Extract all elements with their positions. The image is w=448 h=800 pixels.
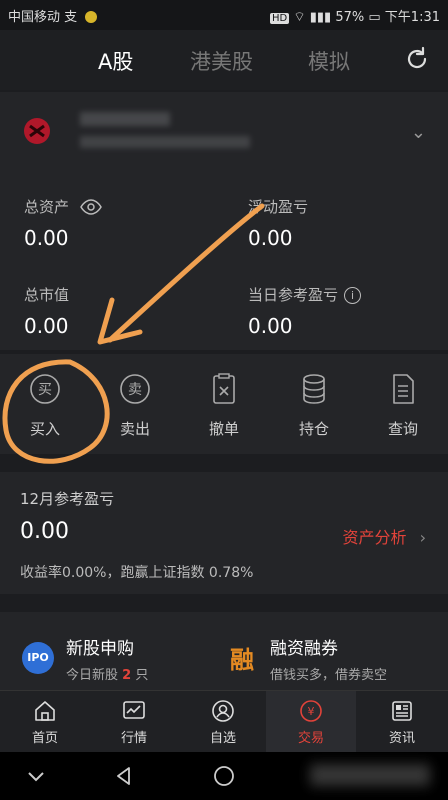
monthly-pnl-value: 0.00	[20, 519, 69, 544]
tab-simulation[interactable]: 模拟	[308, 46, 350, 76]
trade-icon: ¥	[300, 700, 322, 722]
nav-news[interactable]: 资讯	[357, 691, 447, 753]
return-summary: 收益率0.00%，跑赢上证指数 0.78%	[20, 565, 254, 581]
feature-row: IPO 新股申购 今日新股 2 只 融 融资融券 借钱买多，借券卖空	[0, 612, 448, 690]
cancel-order-button[interactable]: 撤单	[179, 354, 269, 454]
tab-hk-us-shares[interactable]: 港美股	[190, 46, 253, 76]
wifi-icon: ⌔	[293, 10, 306, 25]
nav-watchlist-label: 自选	[209, 731, 236, 746]
redacted-area	[310, 764, 430, 786]
ipo-count: 2	[122, 668, 132, 683]
query-icon	[393, 374, 414, 404]
notification-icon	[85, 11, 98, 23]
margin-title: 融资融券	[270, 639, 338, 659]
sell-button[interactable]: 卖 卖出	[90, 354, 180, 454]
carrier: 中国移动 支	[8, 6, 98, 25]
asset-analysis-link[interactable]: 资产分析 ›	[342, 524, 426, 548]
status-bar: 中国移动 支 HD ⌔ ▮▮▮ 57% ▭ 下午1:31	[0, 0, 448, 30]
trade-actions: 买 买入 卖 卖出 撤单 持仓 查询	[0, 354, 448, 454]
buy-button[interactable]: 买 买入	[0, 354, 90, 454]
holdings-button[interactable]: 持仓	[269, 354, 359, 454]
nav-trade[interactable]: ¥ 交易	[266, 691, 356, 753]
floating-pnl-value: 0.00	[248, 226, 293, 250]
margin-trading-entry[interactable]: 融 融资融券 借钱买多，借券卖空	[224, 612, 448, 690]
ipo-title: 新股申购	[66, 639, 134, 659]
market-tabs: A股 港美股 模拟	[0, 30, 448, 90]
back-icon[interactable]	[112, 764, 136, 788]
nav-home-label: 首页	[31, 731, 58, 746]
chevron-down-icon[interactable]	[24, 764, 48, 788]
ipo-icon: IPO	[22, 642, 54, 674]
sell-icon-glyph: 卖	[128, 382, 142, 398]
refresh-icon[interactable]	[404, 46, 430, 72]
daily-pnl-value: 0.00	[248, 314, 293, 338]
market-value-label: 总市值	[24, 286, 70, 304]
ipo-subscription-entry[interactable]: IPO 新股申购 今日新股 2 只	[0, 612, 224, 690]
nav-market[interactable]: 行情	[89, 691, 179, 753]
account-name-redacted	[80, 112, 170, 126]
total-assets-label: 总资产	[24, 196, 102, 217]
asset-summary: 总资产 0.00 浮动盈亏 0.00 总市值 0.00 当日参考盈亏 i 0.00	[0, 178, 448, 350]
watchlist-icon	[212, 700, 234, 722]
buy-label: 买入	[29, 420, 60, 438]
tab-a-shares[interactable]: A股	[98, 46, 133, 76]
battery-percent: 57%	[335, 10, 365, 25]
battery-icon: ▭	[368, 10, 381, 25]
chevron-right-icon: ›	[419, 528, 426, 547]
news-icon	[392, 701, 412, 721]
cancel-order-icon	[213, 373, 235, 404]
home-icon	[35, 701, 55, 721]
market-icon	[123, 701, 145, 719]
status-right: HD ⌔ ▮▮▮ 57% ▭ 下午1:31	[269, 6, 440, 25]
nav-news-label: 资讯	[388, 731, 415, 746]
query-button[interactable]: 查询	[358, 354, 448, 454]
signal-icon: ▮▮▮	[309, 10, 332, 25]
market-value-value: 0.00	[24, 314, 69, 338]
sell-icon: 卖	[120, 374, 150, 404]
hd-badge: HD	[269, 13, 290, 24]
monthly-pnl-title: 12月参考盈亏	[20, 490, 115, 508]
bottom-nav: 首页 行情 自选 ¥ 交易 资讯	[0, 690, 448, 753]
svg-text:¥: ¥	[308, 705, 315, 718]
chevron-down-icon[interactable]: ⌄	[411, 122, 426, 143]
monthly-pnl-card: 12月参考盈亏 0.00 资产分析 › 收益率0.00%，跑赢上证指数 0.78…	[0, 472, 448, 594]
clock: 下午1:31	[384, 10, 440, 25]
info-icon[interactable]: i	[344, 287, 362, 304]
broker-logo	[24, 118, 50, 144]
query-label: 查询	[387, 420, 418, 438]
account-number-redacted	[80, 136, 250, 148]
account-selector[interactable]: ⌄	[0, 92, 448, 178]
total-assets-value: 0.00	[24, 226, 69, 250]
holdings-icon	[303, 374, 325, 404]
ipo-subtitle: 今日新股 2 只	[66, 668, 149, 683]
buy-icon: 买	[30, 374, 60, 404]
daily-pnl-label: 当日参考盈亏 i	[248, 284, 362, 305]
margin-icon: 融	[230, 646, 254, 674]
home-circle-icon[interactable]	[212, 764, 236, 788]
sell-label: 卖出	[119, 420, 150, 438]
eye-icon[interactable]	[79, 199, 102, 215]
cancel-order-label: 撤单	[208, 420, 239, 438]
holdings-label: 持仓	[298, 420, 329, 438]
floating-pnl-label: 浮动盈亏	[248, 198, 309, 216]
system-nav-bar	[0, 752, 448, 800]
nav-watchlist[interactable]: 自选	[178, 691, 268, 753]
buy-icon-glyph: 买	[38, 382, 52, 398]
margin-subtitle: 借钱买多，借券卖空	[270, 668, 388, 683]
nav-trade-label: 交易	[297, 731, 324, 746]
nav-home[interactable]: 首页	[0, 691, 90, 753]
nav-market-label: 行情	[120, 731, 147, 746]
